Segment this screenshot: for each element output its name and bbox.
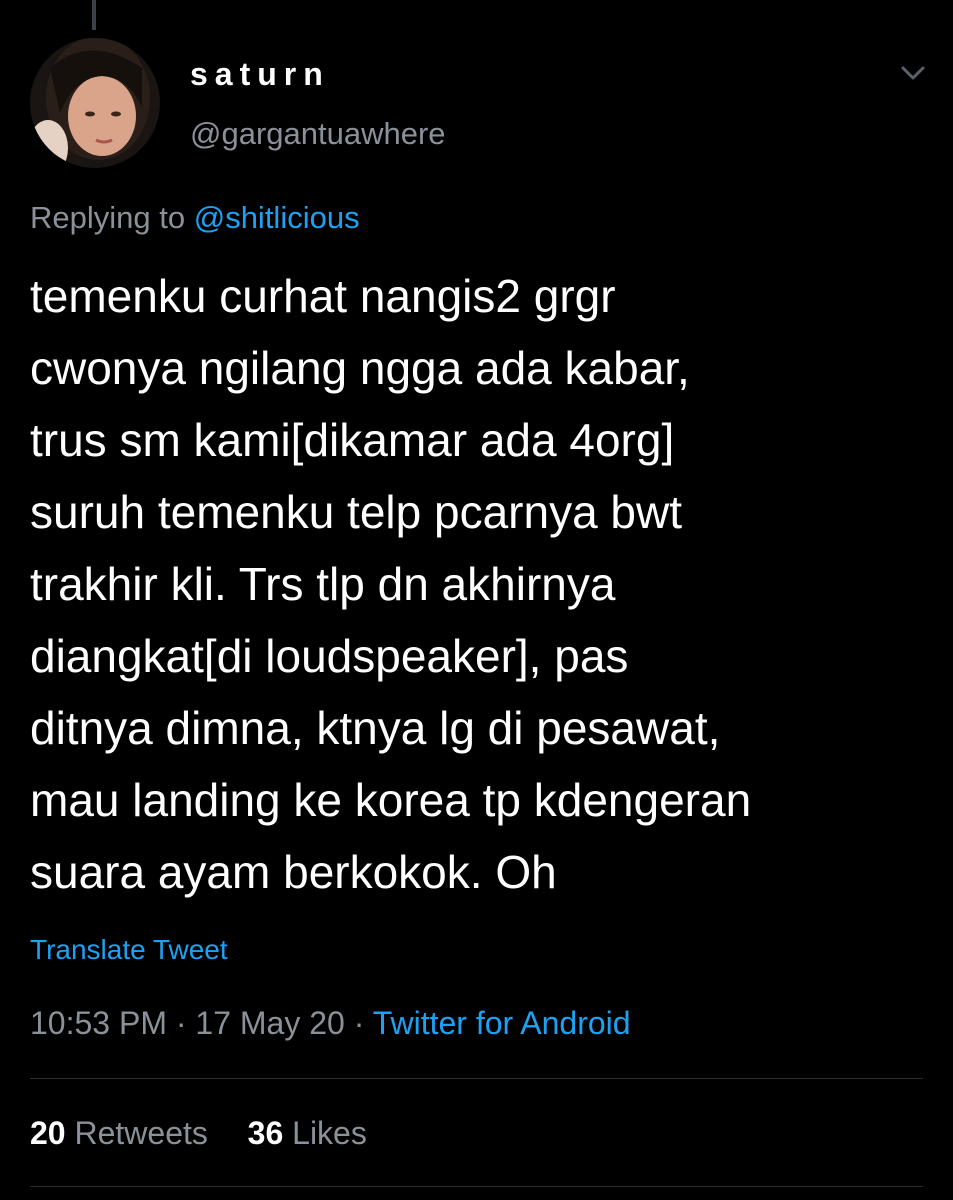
likes-label: Likes [292,1115,367,1151]
meta-separator: · [353,1005,365,1041]
tweet-text-line: cwonya ngilang ngga ada kabar, [30,342,690,394]
tweet-text-line: trus sm kami[dikamar ada 4org] [30,414,675,466]
tweet-time: 10:53 PM [30,1005,167,1041]
avatar[interactable] [30,38,160,168]
tweet-source-link[interactable]: Twitter for Android [373,1005,631,1041]
tweet-text-line: suruh temenku telp pcarnya bwt [30,486,683,538]
divider [30,1186,923,1187]
retweets-stat[interactable]: 20 Retweets [30,1115,208,1151]
replying-to-label: Replying to [30,200,186,235]
replying-to: Replying to @shitlicious [30,200,360,236]
tweet-text-line: ditnya dimna, ktnya lg di pesawat, [30,702,721,754]
tweet-text-line: diangkat[di loudspeaker], pas [30,630,629,682]
likes-count: 36 [247,1115,284,1151]
retweets-count: 20 [30,1115,66,1151]
avatar-photo [30,38,160,168]
more-options-button[interactable] [893,58,933,88]
divider [30,1078,923,1079]
tweet-text-line: suara ayam berkokok. Oh [30,846,557,898]
tweet-date: 17 May 20 [195,1005,345,1041]
reply-mention-link[interactable]: @shitlicious [194,200,360,235]
meta-separator: · [175,1005,187,1041]
chevron-down-icon [901,66,925,80]
tweet-text-line: trakhir kli. Trs tlp dn akhirnya [30,558,616,610]
thread-connector-line [92,0,96,30]
translate-tweet-link[interactable]: Translate Tweet [30,934,228,966]
tweet-meta: 10:53 PM · 17 May 20 · Twitter for Andro… [30,1005,631,1042]
tweet-text: temenku curhat nangis2 grgr cwonya ngila… [30,260,930,908]
tweet-text-line: temenku curhat nangis2 grgr [30,270,616,322]
tweet-stats: 20 Retweets 36 Likes [30,1115,367,1152]
retweets-label: Retweets [74,1115,208,1151]
tweet-text-line: mau landing ke korea tp kdengeran [30,774,752,826]
user-handle[interactable]: @gargantuawhere [190,116,446,152]
display-name[interactable]: saturn [190,56,330,93]
likes-stat[interactable]: 36 Likes [248,1115,367,1151]
